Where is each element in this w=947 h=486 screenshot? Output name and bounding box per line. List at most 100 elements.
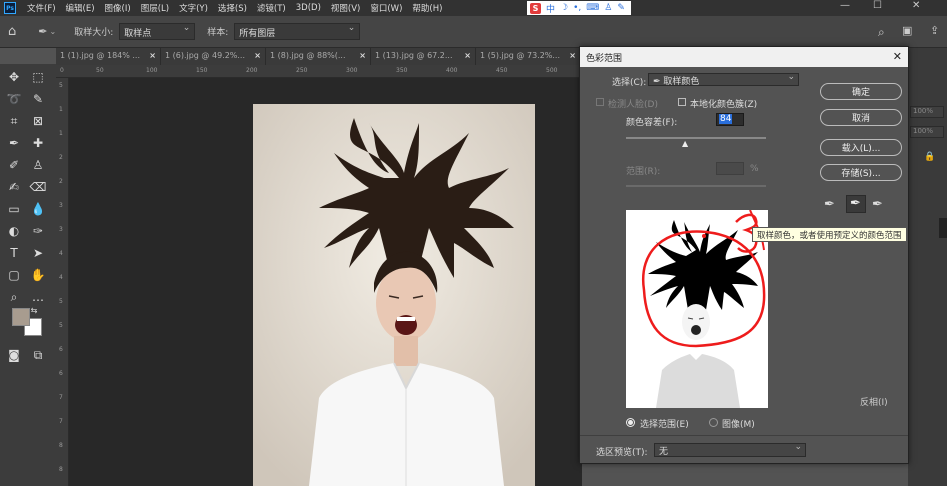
tab-document-2[interactable]: 1 (6).jpg @ 49.2%... × [161,48,266,65]
share-icon[interactable]: ⇪ [930,24,939,37]
marquee-tool-icon[interactable]: ⬚ [28,68,48,86]
select-label: 选择(C): [612,78,647,88]
ruler-tick-label: 1 [59,106,63,113]
lock-icon[interactable]: 🔒 [924,152,935,162]
lasso-tool-icon[interactable]: ➰ [4,90,24,108]
menu-filter[interactable]: 滤镜(T) [252,2,291,14]
load-button[interactable]: 载入(L)... [820,139,902,156]
healing-brush-icon[interactable]: ✚ [28,134,48,152]
cancel-button[interactable]: 取消 [820,109,902,126]
fuzziness-slider-track[interactable] [626,137,766,139]
close-icon[interactable]: ✕ [893,50,902,63]
home-icon[interactable]: ⌂ [8,24,16,39]
menu-select[interactable]: 选择(S) [213,2,252,14]
keyboard-icon[interactable]: ⌨ [586,3,599,13]
tab-document-3[interactable]: 1 (8).jpg @ 88%(... × [266,48,371,65]
sample-layers-value: 所有图层 [239,29,276,39]
menu-edit[interactable]: 编辑(E) [61,2,100,14]
search-icon[interactable]: ⌕ [878,25,885,40]
chevron-down-icon: ⌄ [787,72,795,82]
swap-colors-icon[interactable]: ⇆ [28,304,40,316]
window-close-icon[interactable]: ✕ [912,0,920,11]
frame-tool-icon[interactable]: ⊠ [28,112,48,130]
panel-collapse-handle[interactable] [939,218,947,238]
sample-size-select[interactable]: 取样点 [119,23,196,40]
image-radio[interactable] [709,418,718,427]
range-input[interactable] [716,162,744,175]
chevron-down-icon[interactable]: ⌄ [49,27,56,36]
menu-window[interactable]: 窗口(W) [365,2,407,14]
close-icon[interactable]: × [254,51,261,62]
ok-button[interactable]: 确定 [820,83,902,100]
tab-document-4[interactable]: 1 (13).jpg @ 67.2... × [371,48,476,65]
selection-preview-select[interactable]: 无 ⌄ [654,442,806,457]
hand-tool-icon[interactable]: ✋ [28,266,48,284]
ime-toolbar[interactable]: S 中 ☽ •, ⌨ ♙ ✎ [527,1,631,15]
rectangle-tool-icon[interactable]: ▢ [4,266,24,284]
maximize-icon[interactable]: ☐ [873,0,882,11]
range-unit: % [750,164,759,174]
move-tool-icon[interactable]: ✥ [4,68,24,86]
history-brush-icon[interactable]: ✍ [4,178,24,196]
localized-clusters-checkbox[interactable] [678,98,686,106]
eyedropper-tool-icon[interactable]: ✒ [38,25,47,38]
tab-document-5[interactable]: 1 (5).jpg @ 73.2%... × [476,48,581,65]
brush-tool-icon[interactable]: ✐ [4,156,24,174]
quick-mask-icon[interactable]: ◙ [4,346,24,364]
fill-field[interactable]: 100% [910,126,944,138]
blur-tool-icon[interactable]: 💧 [28,200,48,218]
menu-file[interactable]: 文件(F) [22,2,61,14]
fuzziness-slider-thumb[interactable]: ▲ [682,139,688,148]
crop-tool-icon[interactable]: ⌗ [4,112,24,130]
menu-layer[interactable]: 图层(L) [136,2,174,14]
wrench-icon[interactable]: ✎ [617,3,625,13]
ime-mode-label[interactable]: 中 [546,2,555,15]
range-slider-track[interactable] [626,185,766,187]
tab-document-1[interactable]: 1 (1).jpg @ 184% ... × [56,48,161,65]
ruler-tick-label: 250 [296,67,308,74]
eyedropper-icon[interactable]: ✒ [4,134,24,152]
selection-radio[interactable] [626,418,635,427]
minimize-icon[interactable]: — [840,0,850,11]
tooltip-text: 取样颜色，或者使用预定义的颜色范围 [757,231,902,241]
eyedropper-minus-icon[interactable]: ✒ [872,197,883,212]
workspace-icon[interactable]: ▣ [902,24,912,37]
zoom-tool-icon[interactable]: ⌕ [4,288,24,306]
close-icon[interactable]: × [359,51,366,62]
fuzziness-input[interactable]: 84 [716,113,744,126]
quick-select-tool-icon[interactable]: ✎ [28,90,48,108]
tools-panel: ✥ ⬚ ➰ ✎ ⌗ ⊠ ✒ ✚ ✐ ♙ ✍ ⌫ ▭ 💧 ◐ ✑ T ➤ ▢ ✋ … [0,64,56,486]
add-to-sample-button[interactable]: ✒ [846,195,866,213]
canvas-area[interactable] [69,78,582,486]
save-button[interactable]: 存储(S)... [820,164,902,181]
selection-preview-value: 无 [659,447,669,457]
document-photo[interactable] [69,78,582,486]
clone-stamp-icon[interactable]: ♙ [28,156,48,174]
close-icon[interactable]: × [464,51,471,62]
ruler-tick-label: 6 [59,370,63,377]
opacity-field[interactable]: 100% [910,106,944,118]
sample-layers-select[interactable]: 所有图层 [234,23,361,40]
menu-help[interactable]: 帮助(H) [407,2,447,14]
close-icon[interactable]: × [569,51,576,62]
eraser-tool-icon[interactable]: ⌫ [28,178,48,196]
menu-type[interactable]: 文字(Y) [174,2,213,14]
detect-faces-checkbox[interactable] [596,98,604,106]
type-tool-icon[interactable]: T [4,244,24,262]
screen-mode-icon[interactable]: ⧉ [28,346,48,364]
select-dropdown[interactable]: ✒ 取样颜色 ⌄ [648,72,799,87]
ruler-tick-label: 0 [60,67,64,74]
punctuation-icon[interactable]: •, [573,3,581,13]
path-select-icon[interactable]: ➤ [28,244,48,262]
eyedropper-icon[interactable]: ✒ [824,197,835,212]
dodge-tool-icon[interactable]: ◐ [4,222,24,240]
menu-view[interactable]: 视图(V) [326,2,365,14]
menu-image[interactable]: 图像(I) [100,2,136,14]
close-icon[interactable]: × [149,51,156,62]
moon-icon[interactable]: ☽ [560,3,568,13]
selection-preview[interactable] [626,210,768,408]
menu-3d[interactable]: 3D(D) [291,3,326,13]
gradient-tool-icon[interactable]: ▭ [4,200,24,218]
skin-icon[interactable]: ♙ [604,3,612,13]
pen-tool-icon[interactable]: ✑ [28,222,48,240]
